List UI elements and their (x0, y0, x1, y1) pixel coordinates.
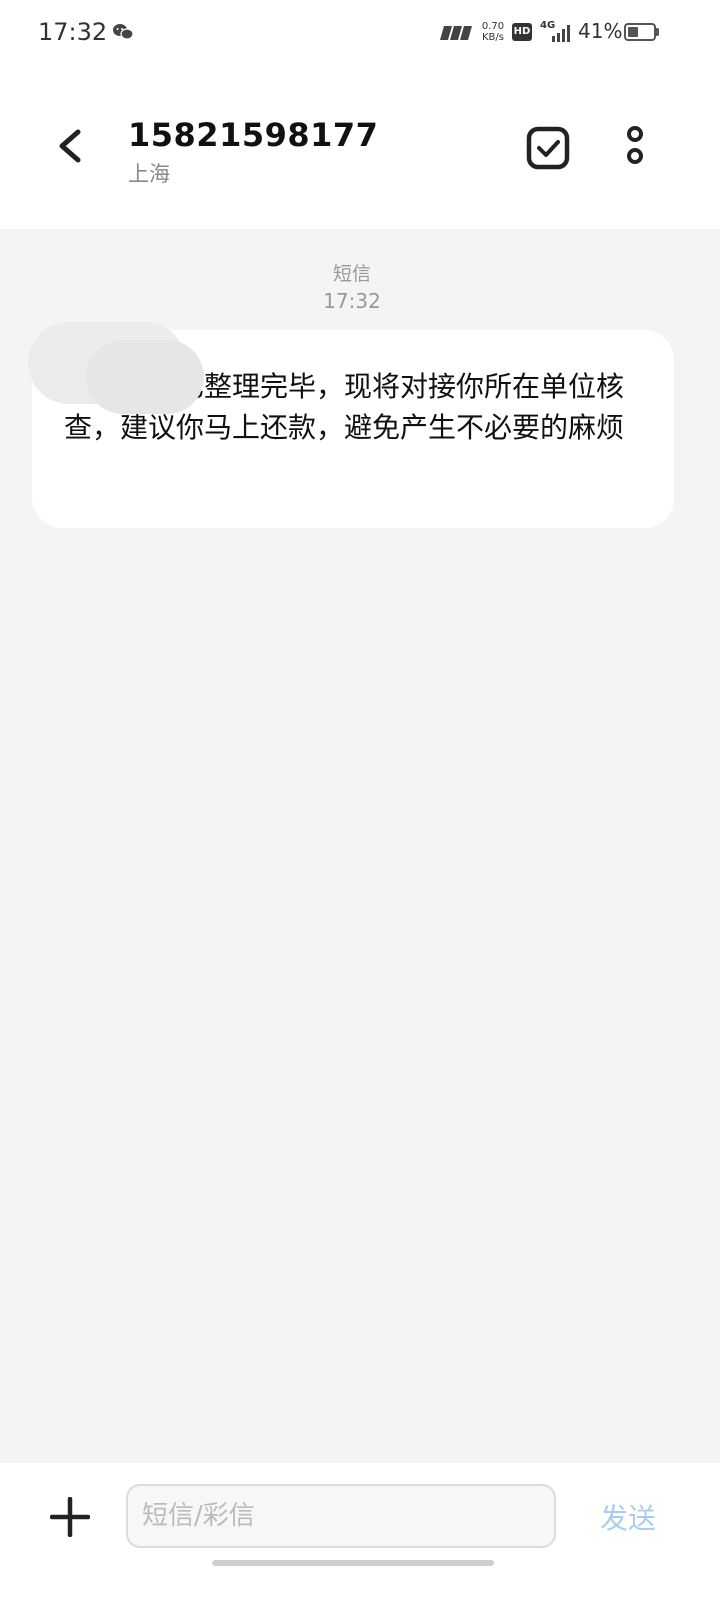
status-bar: 17:32 0.70 KB/s HD 4G 41% (0, 0, 720, 66)
home-indicator[interactable] (212, 1560, 494, 1566)
message-list[interactable]: 短信 17:32 欠款材料已整理完毕，现将对接你所在单位核查，建议你马上还款，避… (0, 229, 720, 1463)
cellular-bars-icon (552, 25, 570, 42)
more-options-button[interactable] (618, 124, 652, 172)
privacy-blur-mask (28, 322, 208, 414)
battery-icon (624, 23, 656, 41)
add-attachment-button[interactable] (49, 1496, 91, 1538)
back-button[interactable] (48, 118, 92, 174)
select-messages-button[interactable] (526, 126, 572, 172)
network-speed-value: 0.70 (481, 21, 505, 32)
battery-fill (628, 27, 638, 37)
battery-percentage: 41% (578, 19, 623, 43)
blur-shape (86, 340, 204, 414)
network-speed-unit: KB/s (482, 32, 504, 43)
message-input[interactable] (126, 1484, 556, 1548)
plus-icon (49, 1496, 91, 1538)
contact-location: 上海 (128, 162, 170, 186)
compose-bar: 发送 (0, 1463, 720, 1600)
sms-conversation-screen: 17:32 0.70 KB/s HD 4G 41% 15821598177 上海… (0, 0, 720, 1600)
hd-badge: HD (512, 23, 532, 41)
network-speed: 0.70 KB/s (478, 21, 508, 43)
wechat-icon (113, 24, 134, 40)
more-vertical-icon (627, 126, 643, 164)
conversation-header: 15821598177 上海 (0, 66, 720, 229)
incoming-message-bubble[interactable]: 欠款材料已整理完毕，现将对接你所在单位核查，建议你马上还款，避免产生不必要的麻烦 (28, 322, 674, 528)
chevron-left-icon (59, 129, 81, 163)
checkbox-icon (526, 126, 570, 170)
signal-strength-icon (440, 26, 472, 40)
message-type-label: 短信 (332, 263, 371, 285)
send-button[interactable]: 发送 (590, 1497, 666, 1537)
battery-tip (656, 28, 659, 36)
message-timestamp: 17:32 (323, 289, 381, 313)
status-time: 17:32 (38, 18, 108, 46)
contact-number: 15821598177 (128, 116, 379, 154)
